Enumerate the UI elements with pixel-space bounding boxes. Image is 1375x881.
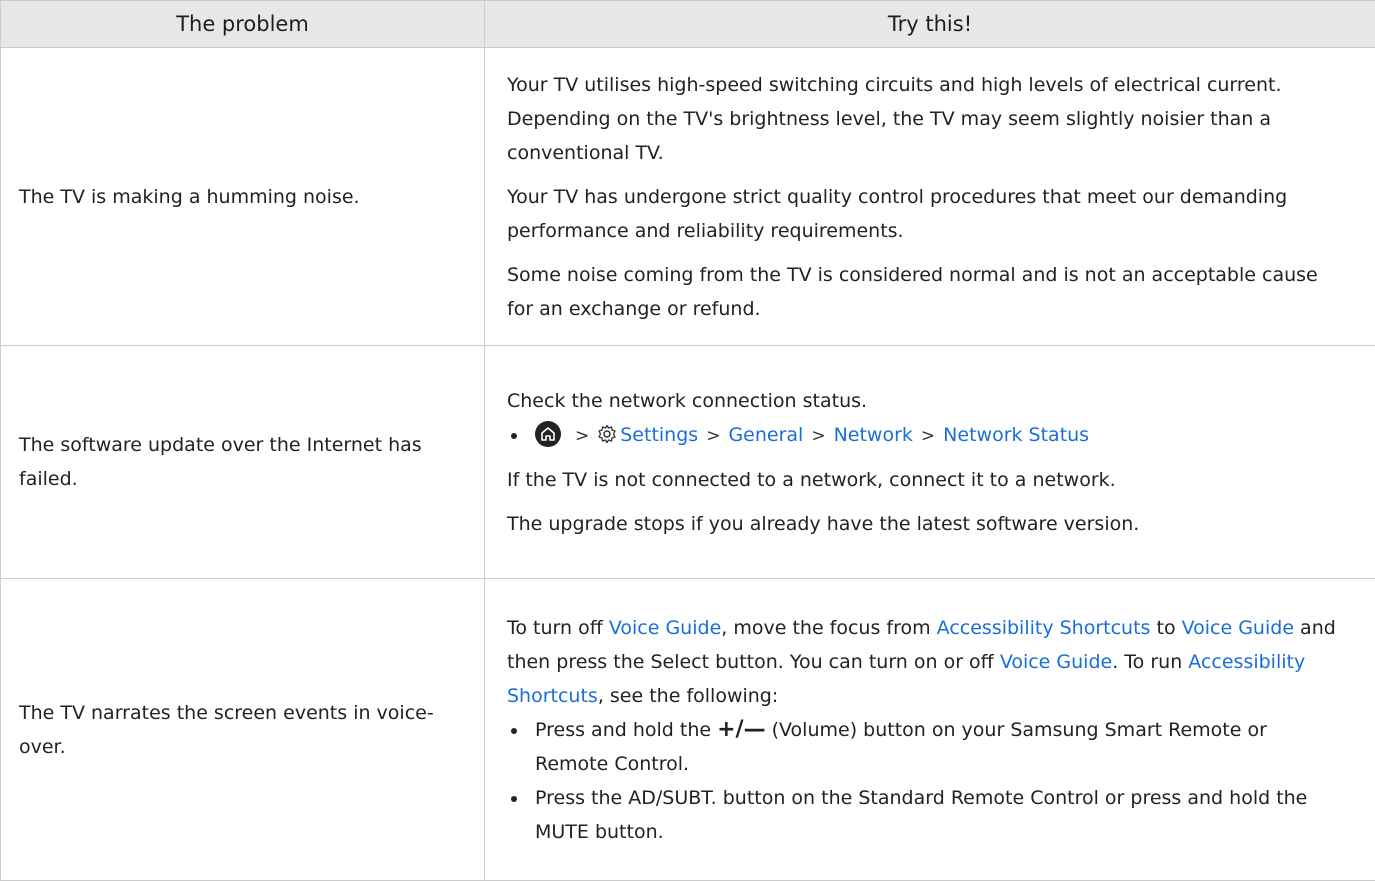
table-row: The TV narrates the screen events in voi… <box>0 578 1375 881</box>
menu-path-list: > Settings > General > Network > Network Status <box>507 418 1345 453</box>
problem-cell: The software update over the Internet ha… <box>0 345 485 579</box>
menu-link-network-status[interactable]: Network Status <box>943 424 1089 446</box>
link-voice-guide[interactable]: Voice Guide <box>1000 651 1112 673</box>
text-run: , move the focus from <box>721 616 937 639</box>
instruction-list: Press and hold the +/— (Volume) button o… <box>507 713 1345 849</box>
solution-cell: To turn off Voice Guide, move the focus … <box>484 578 1375 881</box>
menu-link-general[interactable]: General <box>728 424 803 446</box>
header-problem: The problem <box>0 0 485 48</box>
solution-cell: Check the network connection status. > Se… <box>484 345 1375 579</box>
chevron-right-icon: > <box>811 425 826 446</box>
home-icon <box>535 420 561 447</box>
table-row: The software update over the Internet ha… <box>0 345 1375 579</box>
list-item: Press the AD/SUBT. button on the Standar… <box>507 781 1345 849</box>
menu-link-settings[interactable]: Settings <box>620 424 698 446</box>
volume-plus-minus-icon: +/— <box>717 716 766 742</box>
link-voice-guide[interactable]: Voice Guide <box>609 617 721 639</box>
solution-paragraph: To turn off Voice Guide, move the focus … <box>507 611 1345 713</box>
menu-path: > Settings > General > Network > Network Status <box>507 418 1345 453</box>
chevron-right-icon: > <box>575 425 590 446</box>
solution-paragraph: If the TV is not connected to a network,… <box>507 468 1116 491</box>
chevron-right-icon: > <box>706 425 721 446</box>
solution-cell: Your TV utilises high-speed switching ci… <box>484 47 1375 346</box>
text-run: Press and hold the <box>535 718 718 741</box>
text-run: to <box>1150 616 1182 639</box>
text-run: Press the AD/SUBT. button on the Standar… <box>535 786 1308 843</box>
table-header-row: The problem Try this! <box>0 0 1375 48</box>
text-run: . To run <box>1112 650 1189 673</box>
link-accessibility-shortcuts[interactable]: Accessibility Shortcuts <box>937 617 1151 639</box>
troubleshooting-table: The problem Try this! The TV is making a… <box>0 0 1375 881</box>
header-try-this: Try this! <box>484 0 1375 48</box>
chevron-right-icon: > <box>920 425 936 446</box>
list-item: Press and hold the +/— (Volume) button o… <box>507 713 1345 781</box>
problem-text: The TV narrates the screen events in voi… <box>19 701 434 758</box>
text-run: To turn off <box>507 616 609 639</box>
solution-paragraph: Your TV utilises high-speed switching ci… <box>507 73 1282 164</box>
problem-cell: The TV is making a humming noise. <box>0 47 485 346</box>
solution-paragraph: The upgrade stops if you already have th… <box>507 512 1140 535</box>
problem-cell: The TV narrates the screen events in voi… <box>0 578 485 881</box>
solution-paragraph: Check the network connection status. <box>507 389 868 412</box>
table-row: The TV is making a humming noise. Your T… <box>0 47 1375 346</box>
solution-paragraph: Some noise coming from the TV is conside… <box>507 263 1318 320</box>
problem-text: The software update over the Internet ha… <box>19 434 422 490</box>
gear-icon <box>598 424 616 443</box>
menu-link-network[interactable]: Network <box>834 424 913 446</box>
solution-paragraph: Your TV has undergone strict quality con… <box>507 185 1288 242</box>
link-voice-guide[interactable]: Voice Guide <box>1182 617 1294 639</box>
text-run: , see the following: <box>597 684 779 707</box>
problem-text: The TV is making a humming noise. <box>19 185 360 208</box>
